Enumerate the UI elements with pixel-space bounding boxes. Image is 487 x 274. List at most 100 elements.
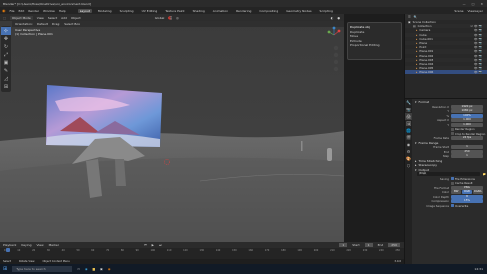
menu-keying[interactable]: Keying: [21, 243, 31, 247]
redo-item[interactable]: Proportional Editing: [350, 43, 399, 48]
workspace-tab-rendering[interactable]: Rendering: [234, 9, 253, 13]
scene-selector[interactable]: Scene: [454, 9, 463, 13]
snap-icon[interactable]: 🧲: [168, 16, 172, 20]
menu-add[interactable]: Add: [61, 16, 67, 20]
menu-playback[interactable]: Playback: [3, 243, 16, 247]
orientation-dropdown[interactable]: Default: [37, 22, 48, 26]
navigation-gizmo[interactable]: [327, 26, 341, 86]
windows-start-icon[interactable]: ⊞: [3, 266, 7, 272]
blender-taskbar-icon[interactable]: ◉: [108, 267, 111, 271]
menu-help[interactable]: Help: [59, 9, 66, 13]
frame-rate-dropdown[interactable]: 24 fps: [451, 136, 483, 141]
tool-move-icon[interactable]: ✥: [1, 35, 11, 43]
folder-icon[interactable]: 📁: [483, 172, 486, 176]
tab-render-icon[interactable]: 📷: [405, 106, 412, 113]
current-frame-field[interactable]: 1: [339, 243, 348, 247]
outliner-icon[interactable]: ☰: [408, 15, 411, 19]
play-icon[interactable]: ▶: [152, 243, 154, 247]
workspace-tab-shading[interactable]: Shading: [191, 9, 207, 13]
compression-field[interactable]: 15%: [451, 199, 483, 204]
timeline-tick-label: 240: [379, 249, 384, 252]
proportional-icon[interactable]: ◎: [176, 16, 179, 20]
menu-marker[interactable]: Marker: [49, 243, 59, 247]
tab-data-icon[interactable]: ⬡: [405, 162, 412, 169]
file-extensions-checkbox[interactable]: [451, 177, 454, 181]
tab-view-layer-icon[interactable]: 🖼: [405, 120, 412, 127]
visibility-icon[interactable]: 👁📷: [474, 70, 487, 74]
collection-icon: ▣: [408, 20, 411, 25]
cache-result-checkbox[interactable]: [451, 181, 454, 185]
color-rgba-button[interactable]: RGBA: [472, 190, 483, 195]
tool-measure-icon[interactable]: ◿: [1, 75, 11, 83]
menu-view[interactable]: View: [36, 243, 43, 247]
menu-render[interactable]: Render: [28, 9, 39, 13]
workspace-tab-sculpting[interactable]: Sculpting: [118, 9, 136, 13]
transform-orientation[interactable]: Global: [155, 16, 165, 20]
mesh-icon: ▸: [416, 70, 418, 75]
workspace-tab-animation[interactable]: Animation: [211, 9, 230, 13]
tool-select-icon[interactable]: ⊹: [1, 27, 11, 35]
drag-dropdown[interactable]: Select Box: [64, 22, 80, 26]
crop-checkbox[interactable]: [451, 132, 454, 136]
tool-annotate-icon[interactable]: ✎: [1, 67, 11, 75]
output-path-field[interactable]: /tmp\: [417, 172, 480, 177]
frame-step-field[interactable]: 1: [451, 154, 483, 159]
jump-start-icon[interactable]: ⏮: [144, 243, 147, 247]
tab-modifier-icon[interactable]: ⚙: [405, 148, 412, 155]
overwrite-checkbox[interactable]: [451, 204, 454, 208]
drag-label: Drag:: [51, 22, 61, 26]
outliner: ☰ 🔍 ▣ Scene Collection ▤ Collection ☑👁📷 ▸ Ca…: [404, 14, 487, 98]
aspect-y-field[interactable]: 1.000: [451, 122, 483, 127]
workspace-tab-scripting[interactable]: Scripting: [318, 9, 335, 13]
workspace-tab-layout[interactable]: Layout: [77, 8, 92, 13]
maximize-icon[interactable]: □: [472, 2, 475, 6]
view-layer-selector[interactable]: ViewLayer: [468, 9, 487, 13]
tab-scene-icon[interactable]: 🌐: [405, 127, 412, 134]
workspace-tab-modeling[interactable]: Modeling: [96, 9, 114, 13]
menu-object[interactable]: Object: [71, 16, 81, 20]
workspace-tab-geometry-nodes[interactable]: Geometry Nodes: [284, 9, 313, 13]
menu-window[interactable]: Window: [43, 9, 55, 13]
menu-edit[interactable]: Edit: [19, 9, 25, 13]
blender-logo-icon[interactable]: ◉: [2, 8, 6, 13]
workspace-tab-texture-paint[interactable]: Texture Paint: [163, 9, 186, 13]
tab-output-icon[interactable]: 🖨: [405, 113, 412, 120]
task-view-icon[interactable]: ▭: [77, 267, 80, 271]
outliner-item[interactable]: ▸ Plane.006 👁📷: [405, 70, 487, 75]
tab-object-icon[interactable]: ◉: [405, 141, 412, 148]
timeline-tick-label: 180: [281, 249, 286, 252]
menu-select[interactable]: Select: [48, 16, 57, 20]
explorer-icon[interactable]: ▆: [93, 267, 95, 271]
jump-end-icon[interactable]: ⏭: [159, 243, 162, 247]
timeline-track[interactable]: 0 10 20 30 40 50 60 70 80 90 100 110 120 130 140 150 160…: [0, 248, 404, 259]
end-field[interactable]: 250: [388, 243, 400, 247]
menu-view[interactable]: View: [37, 16, 44, 20]
tool-scale-icon[interactable]: ⤢: [1, 51, 11, 59]
tab-tool-icon[interactable]: 🔧: [405, 99, 412, 106]
workspace-tab-uv-editing[interactable]: UV Editing: [140, 9, 160, 13]
tool-transform-icon[interactable]: ▣: [1, 59, 11, 67]
shading-solid-icon[interactable]: ●: [337, 16, 344, 20]
edge-icon[interactable]: ◉: [85, 267, 88, 271]
close-icon[interactable]: ✕: [480, 2, 483, 6]
3d-viewport[interactable]: [0, 21, 344, 242]
playhead[interactable]: [6, 248, 10, 252]
start-field[interactable]: 1: [364, 243, 373, 247]
render-region-checkbox[interactable]: [451, 127, 454, 131]
editor-type-icon[interactable]: ⬚: [3, 16, 6, 20]
store-icon[interactable]: ▣: [100, 267, 103, 271]
minimize-icon[interactable]: —: [463, 2, 466, 6]
outliner-search-icon[interactable]: 🔍: [414, 15, 418, 19]
tool-rotate-icon[interactable]: ↻: [1, 43, 11, 51]
overlay-icon[interactable]: ◐: [331, 16, 334, 20]
workspace-tab-compositing[interactable]: Compositing: [257, 9, 280, 13]
tool-add-cube-icon[interactable]: ⊞: [1, 83, 11, 91]
timeline-tick-label: 30: [46, 249, 50, 252]
tab-material-icon[interactable]: 🎨: [405, 155, 412, 162]
tab-world-icon[interactable]: 🎬: [405, 134, 412, 141]
taskbar-search-input[interactable]: Type here to search: [12, 266, 73, 272]
redo-panel[interactable]: Duplicate obj Duplicate Move Extrude Pro…: [347, 22, 402, 60]
mode-selector[interactable]: Object Mode: [9, 15, 33, 20]
color-bw-button[interactable]: BW: [451, 190, 462, 195]
menu-file[interactable]: File: [10, 9, 15, 13]
